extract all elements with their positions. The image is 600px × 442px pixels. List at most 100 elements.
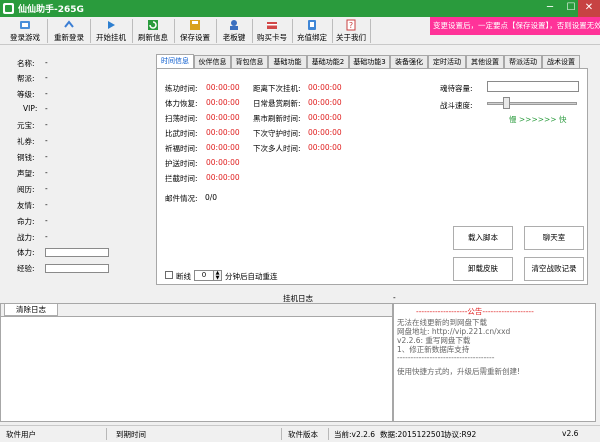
- timer-row: 护送时间: 00:00:00: [165, 158, 240, 169]
- info-label: 阅历:: [17, 185, 35, 194]
- info-value: -: [45, 58, 48, 67]
- info-value: -: [45, 168, 48, 177]
- toolbar-label: 开始挂机: [96, 33, 126, 42]
- timer-label: 下次多人时间:: [253, 144, 301, 153]
- load-script-button[interactable]: 载入脚本: [453, 226, 513, 250]
- software-version-label: 软件版本: [288, 430, 318, 439]
- timer-row: 下次守护时间: 00:00:00: [253, 128, 342, 139]
- tab-time-info[interactable]: 时间信息: [156, 54, 194, 68]
- toolbar-label: 刷新信息: [138, 33, 168, 42]
- boss-key-icon: [230, 20, 238, 30]
- reconnect-suffix: 分钟后自动重连: [225, 272, 278, 281]
- tab-basic-1[interactable]: 基础功能: [268, 55, 307, 68]
- info-label: 礼券:: [17, 137, 35, 146]
- start-afk-button[interactable]: 开始挂机: [91, 18, 131, 44]
- info-label: VIP:: [23, 104, 38, 113]
- log-area[interactable]: [0, 316, 393, 422]
- timer-value: 00:00:00: [308, 83, 342, 92]
- timer-label: 体力恢复:: [165, 99, 198, 108]
- info-row-combat-power: 战力: -: [5, 232, 149, 245]
- current-version: 当前:v2.2.6: [334, 430, 376, 439]
- tab-other-settings[interactable]: 其他设置: [466, 55, 504, 68]
- info-row-name: 名称: -: [5, 58, 149, 71]
- soul-capacity-bar: [487, 81, 579, 92]
- log-toolbar: [0, 303, 393, 316]
- buy-card-button[interactable]: 购买卡号: [253, 18, 291, 44]
- info-label: 命力:: [17, 217, 35, 226]
- timer-label: 下次守护时间:: [253, 129, 301, 138]
- announcement-title: -------------------公告-------------------: [416, 307, 534, 316]
- info-label: 等级:: [17, 90, 35, 99]
- speed-fast-label: 快: [559, 115, 567, 124]
- timer-label: 祈福时间:: [165, 144, 198, 153]
- tab-partner-info[interactable]: 伙伴信息: [194, 55, 231, 68]
- software-user-label: 软件用户: [6, 430, 36, 439]
- info-value: -: [45, 184, 48, 193]
- timer-label: 拦截时间:: [165, 174, 198, 183]
- timer-value: 00:00:00: [206, 158, 240, 167]
- recharge-bind-icon: [308, 20, 316, 30]
- info-value: -: [45, 120, 48, 129]
- info-value: -: [45, 152, 48, 161]
- info-label: 友情:: [17, 201, 35, 210]
- info-value: -: [45, 232, 48, 241]
- time-info-panel: 练功时间: 00:00:00 体力恢复: 00:00:00 扫荡时间: 00:0…: [156, 68, 588, 285]
- timer-value: 00:00:00: [206, 143, 240, 152]
- timer-row: 扫荡时间: 00:00:00: [165, 113, 240, 124]
- tab-strip: 时间信息 伙伴信息 背包信息 基础功能 基础功能2 基础功能3 装备强化 定时活…: [156, 54, 580, 68]
- save-settings-button[interactable]: 保存设置: [175, 18, 215, 44]
- buy-card-icon: [267, 22, 277, 29]
- version-tail: v2.6: [562, 429, 579, 438]
- close-button[interactable]: ✕: [578, 0, 600, 17]
- tab-tactics[interactable]: 战术设置: [542, 55, 580, 68]
- unload-skin-button[interactable]: 卸载皮肤: [453, 257, 513, 281]
- announcement-panel: -------------------公告-------------------…: [393, 303, 596, 422]
- refresh-info-button[interactable]: 刷新信息: [133, 18, 173, 44]
- tab-scheduled-events[interactable]: 定时活动: [428, 55, 466, 68]
- soul-capacity-label: 魂待容量:: [440, 84, 473, 93]
- protocol-version: 协议:R92: [444, 430, 477, 439]
- recharge-bind-button[interactable]: 充值绑定: [293, 18, 331, 44]
- timer-value: 00:00:00: [206, 113, 240, 122]
- info-row-guild: 帮派: -: [5, 73, 149, 86]
- info-label: 元宝:: [17, 121, 35, 130]
- relogin-button[interactable]: 重新登录: [49, 18, 89, 44]
- chat-room-button[interactable]: 聊天室: [524, 226, 584, 250]
- tab-basic-2[interactable]: 基础功能2: [307, 55, 349, 68]
- boss-key-button[interactable]: 老板键: [217, 18, 251, 44]
- speed-slow-label: 慢: [509, 115, 517, 124]
- reconnect-spinner[interactable]: ▲ ▼: [214, 270, 222, 281]
- timer-row: 祈福时间: 00:00:00: [165, 143, 240, 154]
- info-row-prestige: 声望: -: [5, 168, 149, 181]
- announcement-line: 使用快捷方式的，升级后需重新创建!: [397, 367, 521, 376]
- minimize-button[interactable]: ─: [538, 0, 562, 17]
- save-icon: [190, 20, 200, 30]
- info-row-gift-voucher: 礼券: -: [5, 136, 149, 149]
- tab-guild-events[interactable]: 帮派活动: [504, 55, 542, 68]
- tab-bag-info[interactable]: 背包信息: [231, 55, 268, 68]
- info-value: -: [45, 73, 48, 82]
- timer-label: 练功时间:: [165, 84, 198, 93]
- expiry-time-label: 到期时间: [116, 430, 146, 439]
- login-game-button[interactable]: 登录游戏: [4, 18, 46, 44]
- timer-row: 黑市刷新时间: 00:00:00: [253, 113, 342, 124]
- info-label: 名称:: [17, 59, 35, 68]
- timer-row: 下次多人时间: 00:00:00: [253, 143, 342, 154]
- reconnect-minutes-input[interactable]: 0: [194, 270, 214, 281]
- about-icon: ?: [346, 19, 356, 31]
- timer-row: 距离下次挂机: 00:00:00: [253, 83, 342, 94]
- about-us-button[interactable]: ? 关于我们: [333, 18, 369, 44]
- clear-battle-log-button[interactable]: 清空战败记录: [524, 257, 584, 281]
- stamina-bar: [45, 248, 109, 257]
- login-game-icon: [20, 21, 30, 29]
- tab-equip-enhance[interactable]: 装备强化: [390, 55, 428, 68]
- exp-bar: [45, 264, 109, 273]
- timer-label: 黑市刷新时间:: [253, 114, 301, 123]
- auto-reconnect-checkbox[interactable]: [165, 271, 173, 279]
- timer-row: 比武时间: 00:00:00: [165, 128, 240, 139]
- info-label: 战力:: [17, 233, 35, 242]
- tab-basic-3[interactable]: 基础功能3: [349, 55, 390, 68]
- battle-speed-thumb[interactable]: [503, 97, 510, 109]
- info-label: 帮派:: [17, 74, 35, 83]
- battle-speed-track[interactable]: [487, 102, 577, 105]
